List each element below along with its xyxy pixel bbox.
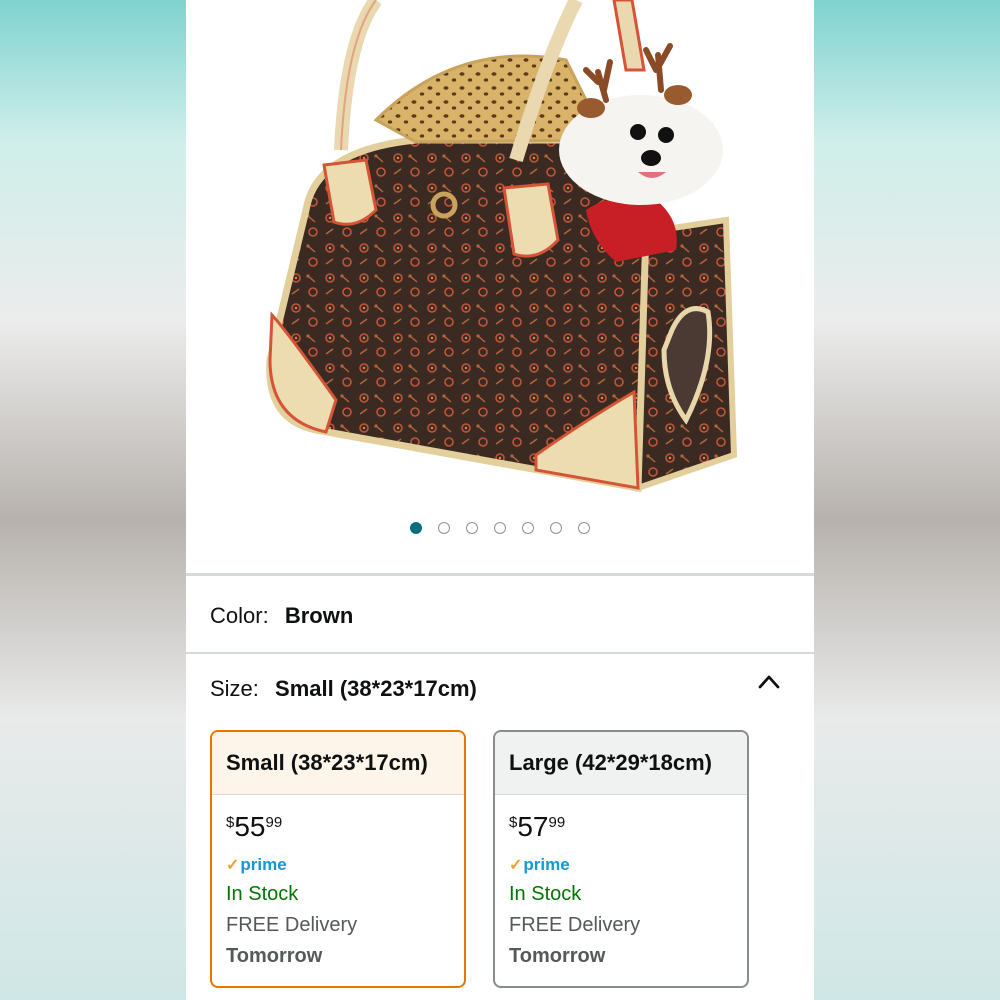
gallery-dot[interactable] — [578, 522, 590, 534]
price-symbol: $ — [226, 814, 235, 831]
delivery-day: Tomorrow — [226, 945, 323, 967]
prime-badge: ✓ prime — [509, 853, 733, 877]
gallery-dot[interactable] — [410, 522, 422, 534]
size-option-small[interactable]: Small (38*23*17cm) $5599 ✓ prime In Stock… — [210, 730, 466, 988]
price-fraction: 99 — [265, 814, 283, 831]
prime-check-icon: ✓ — [509, 857, 523, 874]
gallery-dot[interactable] — [522, 522, 534, 534]
gallery-dot[interactable] — [494, 522, 506, 534]
price-fraction: 99 — [548, 814, 566, 831]
size-label: Size: — [210, 676, 259, 701]
size-value: Small (38*23*17cm) — [275, 676, 477, 701]
section-divider — [186, 573, 814, 576]
price-symbol: $ — [509, 814, 518, 831]
prime-label: prime — [240, 855, 287, 874]
section-divider — [186, 652, 814, 654]
option-name: Small (38*23*17cm) — [212, 732, 464, 795]
color-value: Brown — [284, 603, 354, 628]
prime-check-icon: ✓ — [226, 857, 240, 874]
price-whole: 55 — [234, 811, 266, 842]
product-detail-panel: Color: Brown Size: Small (38*23*17cm) Sm… — [186, 0, 814, 1000]
chevron-up-icon[interactable] — [758, 672, 780, 690]
delivery-text: FREE Delivery — [226, 914, 358, 936]
stock-status: In Stock — [226, 883, 299, 905]
right-backdrop — [814, 0, 1000, 1000]
gallery-pagination — [186, 522, 814, 534]
option-name: Large (42*29*18cm) — [495, 732, 747, 795]
product-image[interactable] — [186, 0, 814, 510]
gallery-dot[interactable] — [466, 522, 478, 534]
option-price: $5599 — [226, 813, 450, 847]
stock-status: In Stock — [509, 883, 582, 905]
option-price: $5799 — [509, 813, 733, 847]
size-selector[interactable]: Size: Small (38*23*17cm) — [210, 676, 477, 702]
left-backdrop — [0, 0, 186, 1000]
delivery-day: Tomorrow — [509, 945, 606, 967]
size-option-large[interactable]: Large (42*29*18cm) $5799 ✓ prime In Stock… — [493, 730, 749, 988]
gallery-dot[interactable] — [438, 522, 450, 534]
color-selector[interactable]: Color: Brown — [210, 603, 353, 629]
prime-label: prime — [523, 855, 570, 874]
prime-badge: ✓ prime — [226, 853, 450, 877]
color-label: Color: — [210, 603, 269, 628]
gallery-dot[interactable] — [550, 522, 562, 534]
delivery-text: FREE Delivery — [509, 914, 641, 936]
price-whole: 57 — [517, 811, 549, 842]
